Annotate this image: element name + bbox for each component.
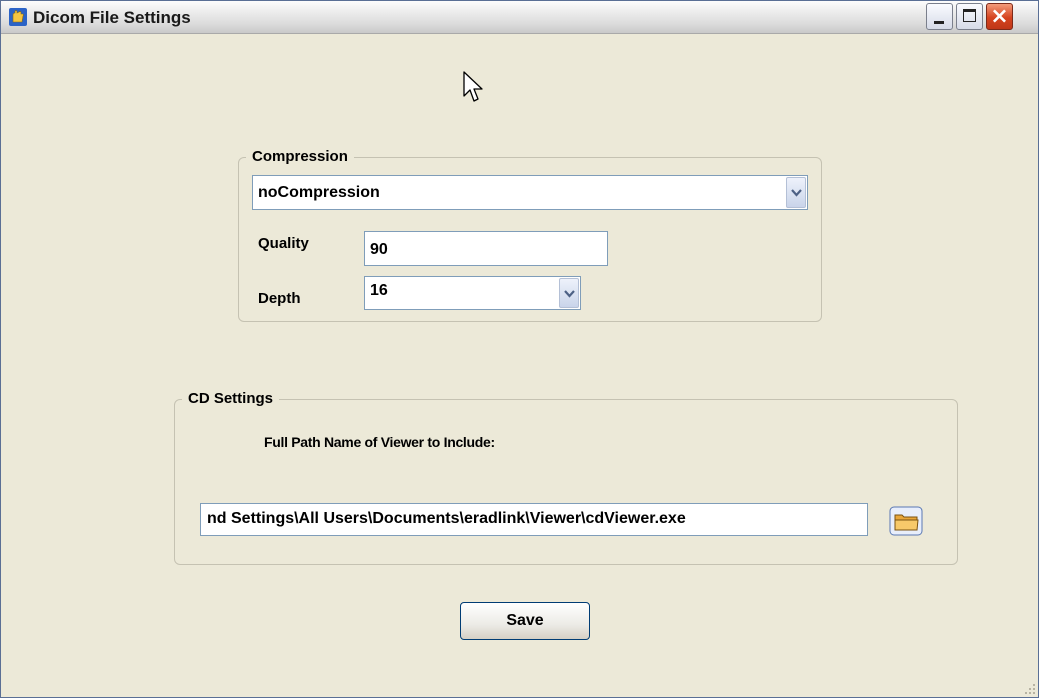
window-title: Dicom File Settings [33,8,191,27]
compression-dropdown-button[interactable] [786,177,806,208]
viewer-path-label: Full Path Name of Viewer to Include: [264,434,495,450]
compression-select-value: noCompression [258,184,380,201]
viewer-path-input[interactable]: nd Settings\All Users\Documents\eradlink… [200,503,868,536]
depth-select-value: 16 [370,282,388,299]
resize-grip-icon[interactable] [1022,681,1036,695]
cd-settings-group [174,399,958,565]
save-button[interactable]: Save [460,602,590,640]
cursor-icon [463,71,485,110]
depth-dropdown-button[interactable] [559,278,579,308]
depth-label: Depth [258,290,301,307]
save-button-label: Save [506,612,544,629]
chevron-down-icon [564,290,575,298]
folder-icon [889,506,923,536]
maximize-icon [963,9,976,22]
cd-settings-legend: CD Settings [182,390,280,407]
chevron-down-icon [791,189,802,197]
quality-label: Quality [258,235,309,252]
quality-input-value: 90 [370,241,388,258]
dicom-settings-window: Dicom File Settings × Compression noComp… [0,0,1039,698]
close-icon: × [990,4,1009,29]
minimize-icon [934,21,944,24]
close-button[interactable]: × [986,3,1013,30]
minimize-button[interactable] [926,3,953,30]
maximize-button[interactable] [956,3,983,30]
quality-input[interactable]: 90 [364,231,608,266]
compression-legend: Compression [246,148,354,165]
compression-select[interactable]: noCompression [252,175,808,210]
browse-folder-button[interactable] [889,506,923,536]
viewer-path-input-value: nd Settings\All Users\Documents\eradlink… [207,510,686,527]
title-bar[interactable]: Dicom File Settings × [1,1,1038,34]
depth-select[interactable]: 16 [364,276,581,310]
app-icon [9,8,27,26]
